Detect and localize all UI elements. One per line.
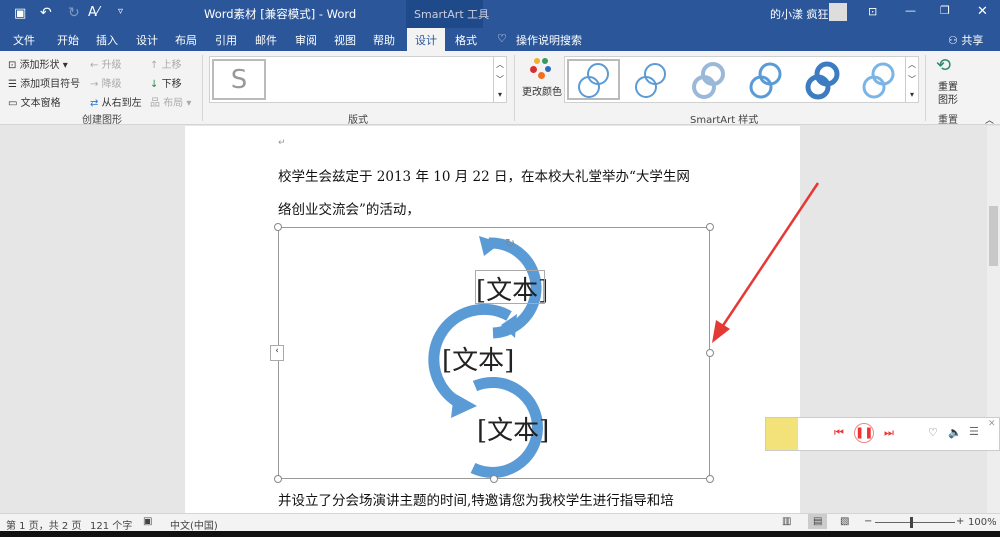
resize-handle[interactable]	[706, 475, 714, 483]
print-layout-icon[interactable]: ▤	[808, 514, 828, 529]
zoom-out-button[interactable]: −	[864, 516, 872, 527]
zoom-level[interactable]: 100%	[968, 517, 997, 528]
read-mode-icon[interactable]: ▥	[782, 516, 791, 527]
user-name[interactable]: 的小漾 疯狂	[770, 6, 829, 22]
tab-mailings[interactable]: 邮件	[255, 32, 277, 48]
pause-icon[interactable]: ❚❚	[854, 423, 874, 443]
styles-group-label: SmartArt 样式	[690, 115, 759, 126]
text-pane-toggle[interactable]: ‹	[270, 345, 284, 361]
vertical-scrollbar[interactable]	[987, 126, 1000, 513]
collapse-ribbon-icon[interactable]: ︿	[985, 113, 994, 126]
tell-me-search[interactable]: 操作说明搜索	[516, 32, 582, 48]
tab-layout[interactable]: 布局	[175, 32, 197, 48]
resize-handle[interactable]	[274, 223, 282, 231]
ribbon-tabs: 文件 开始 插入 设计 布局 引用 邮件 审阅 视图 帮助 设计 格式 ♡ 操作…	[0, 28, 1000, 51]
redo-icon[interactable]: ↻	[68, 5, 80, 21]
volume-icon[interactable]: 🔈	[948, 426, 962, 439]
palette-icon	[530, 58, 554, 82]
scrollbar-thumb[interactable]	[989, 206, 998, 266]
tab-help[interactable]: 帮助	[373, 32, 395, 48]
tab-view[interactable]: 视图	[334, 32, 356, 48]
layouts-gallery[interactable]: S ︿ ﹀ ▾	[209, 56, 507, 103]
share-button[interactable]: ⚇ 共享	[948, 32, 983, 48]
doc-paragraph-2[interactable]: 络创业交流会”的活动，	[278, 198, 420, 218]
add-bullet-button[interactable]: ☰ 添加项目符号	[8, 75, 80, 90]
save-icon[interactable]: ▣	[14, 6, 26, 21]
zoom-slider-thumb[interactable]	[910, 517, 913, 528]
heart-icon[interactable]: ♡	[928, 426, 938, 439]
taskbar-strip	[0, 531, 1000, 537]
playlist-icon[interactable]: ☰	[969, 425, 979, 438]
styles-gallery-scroll[interactable]: ︿ ﹀ ▾	[905, 57, 918, 102]
add-shape-button[interactable]: ⊡ 添加形状 ▾	[8, 56, 68, 71]
rotate-handle[interactable]: ↻	[505, 236, 515, 250]
shape-selection	[475, 270, 545, 304]
next-icon[interactable]: ⏭	[884, 426, 894, 440]
smartart-text-3[interactable]: [文本]	[477, 410, 549, 447]
doc-paragraph-1[interactable]: 校学生会兹定于 2013 年 10 月 22 日，在本校大礼堂举办“大学生网	[278, 165, 690, 185]
tab-insert[interactable]: 插入	[96, 32, 118, 48]
previous-icon[interactable]: ⏮	[834, 426, 844, 440]
zoom-in-button[interactable]: +	[956, 516, 964, 527]
customize-qat-icon[interactable]: ▿	[118, 6, 123, 17]
paragraph-mark: ↵	[278, 138, 286, 148]
move-down-button[interactable]: ↓ 下移	[150, 75, 182, 90]
red-annotation-arrow	[712, 182, 820, 343]
ribbon: ⊡ 添加形状 ▾ ☰ 添加项目符号 ▭ 文本窗格 ← 升级 → 降级 ⇄ 从右到…	[0, 51, 1000, 126]
avatar[interactable]	[829, 3, 847, 21]
tab-design[interactable]: 设计	[136, 32, 158, 48]
create-graphic-group-label: 创建图形	[82, 115, 122, 126]
zoom-slider[interactable]	[875, 522, 955, 523]
proofing-icon[interactable]: ▣	[143, 516, 152, 527]
reset-graphic-icon: ⟲	[936, 55, 952, 76]
close-icon[interactable]: ✕	[977, 4, 988, 19]
layouts-group-label: 版式	[348, 115, 368, 126]
spelling-icon[interactable]: A⁄	[88, 5, 99, 20]
tab-references[interactable]: 引用	[215, 32, 237, 48]
player-close-icon[interactable]: ✕	[988, 419, 996, 429]
tab-file[interactable]: 文件	[13, 32, 35, 48]
status-bar: 第 1 页，共 2 页 121 个字 ▣ 中文(中国) ▥ ▤ ▧ − + 10…	[0, 513, 1000, 532]
smartart-tools-label: SmartArt 工具	[414, 8, 490, 21]
resize-handle[interactable]	[490, 475, 498, 483]
layout-thumbnail[interactable]: S	[212, 59, 266, 100]
web-layout-icon[interactable]: ▧	[840, 516, 849, 527]
smartart-styles-gallery[interactable]: ︿ ﹀ ▾	[564, 56, 919, 103]
title-bar: ▣ ↶ ↻ A⁄ ▿ Word素材 [兼容模式] - Word SmartArt…	[0, 0, 1000, 28]
person-icon: ⚇	[948, 34, 958, 47]
restore-icon[interactable]: ❐	[940, 4, 950, 17]
language[interactable]: 中文(中国)	[170, 517, 218, 532]
right-to-left-button[interactable]: ⇄ 从右到左	[90, 94, 142, 109]
reset-graphic-button[interactable]: 重置 图形	[938, 81, 960, 107]
tab-review[interactable]: 审阅	[295, 32, 317, 48]
undo-icon[interactable]: ↶	[40, 5, 52, 21]
album-art[interactable]	[766, 418, 798, 450]
ribbon-display-icon[interactable]: ⊡	[868, 5, 877, 18]
smartart-text-2[interactable]: [文本]	[442, 340, 514, 377]
page-count[interactable]: 第 1 页，共 2 页	[6, 517, 81, 532]
move-up-button[interactable]: ↑ 上移	[150, 56, 182, 71]
promote-button[interactable]: ← 升级	[90, 56, 122, 71]
style-thumbnails[interactable]	[565, 57, 905, 102]
reset-group-label: 重置	[938, 115, 958, 126]
change-colors-button[interactable]: 更改颜色	[522, 83, 562, 98]
window-title: Word素材 [兼容模式] - Word	[204, 7, 357, 21]
text-pane-button[interactable]: ▭ 文本窗格	[8, 94, 61, 109]
minimize-icon[interactable]: —	[905, 4, 916, 17]
tab-home[interactable]: 开始	[57, 32, 79, 48]
word-count[interactable]: 121 个字	[90, 517, 132, 532]
share-label: 共享	[961, 34, 984, 47]
smartart-frame[interactable]: [文本] [文本] [文本] ↻	[278, 227, 710, 479]
tab-format[interactable]: 格式	[455, 32, 477, 48]
resize-handle[interactable]	[274, 475, 282, 483]
gallery-scroll[interactable]: ︿ ﹀ ▾	[493, 57, 506, 102]
layout-button[interactable]: 品 布局 ▾	[150, 94, 191, 109]
demote-button[interactable]: → 降级	[90, 75, 122, 90]
music-player-widget: ⏮ ❚❚ ⏭ ♡ 🔈 ☰ ✕	[765, 417, 1000, 451]
doc-paragraph-3[interactable]: 并设立了分会场演讲主题的时间,特邀请您为我校学生进行指导和培	[278, 489, 674, 509]
tab-smartart-design[interactable]: 设计	[407, 28, 445, 51]
lightbulb-icon: ♡	[497, 32, 507, 45]
